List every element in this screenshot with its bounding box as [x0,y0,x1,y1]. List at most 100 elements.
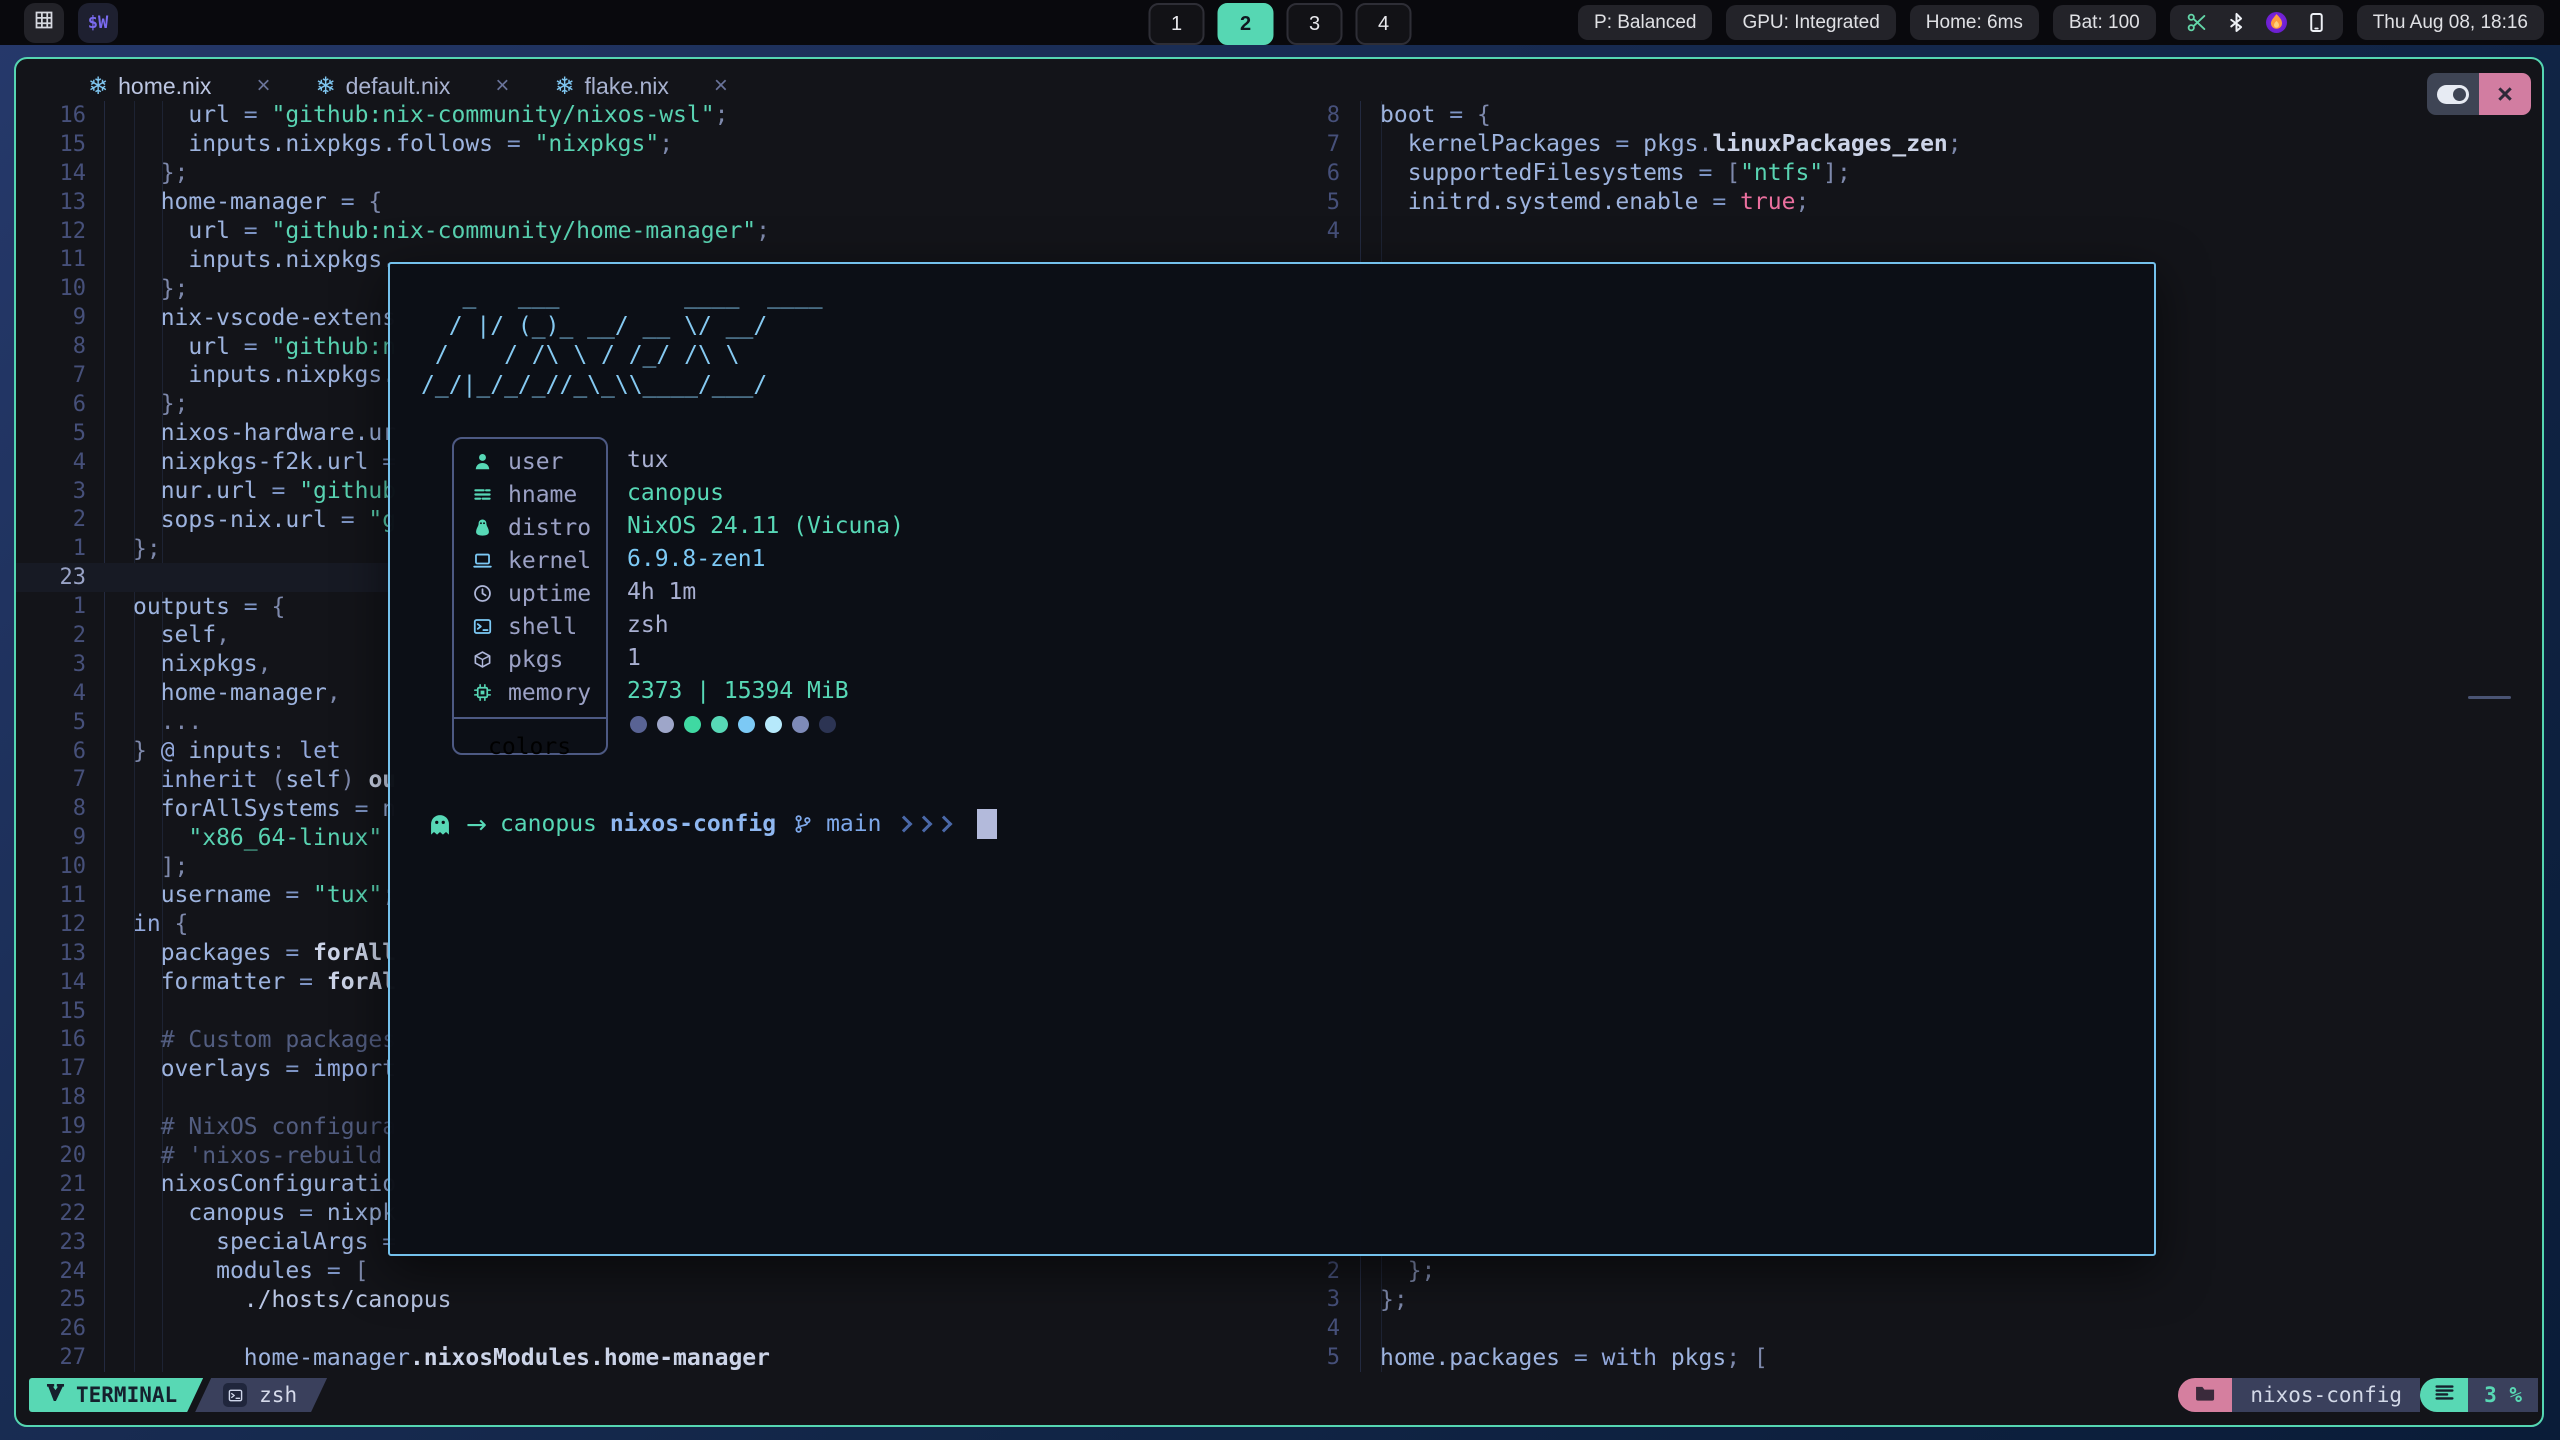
color-swatch [738,716,755,733]
fetch-row-shell: shell [454,610,606,643]
line-number: 4 [16,450,116,475]
bluetooth-tray-icon[interactable] [2226,12,2247,33]
color-swatch [657,716,674,733]
tab-close-icon[interactable]: × [495,72,509,100]
nix-snowflake-icon: ❄ [315,72,335,100]
prompt-arrow: → [466,810,487,839]
scissors-tray-icon[interactable] [2186,12,2207,33]
package-icon [472,650,492,670]
line-number: 10 [16,276,116,301]
line-number: 1 [16,536,116,561]
code-text: home.packages = with pkgs; [ [1380,1345,1768,1371]
line-number: 3 [16,479,116,504]
terminal-window[interactable]: _ ___ ____ ____ / |/ (_)_ __/ __ \/ __/ … [388,262,2156,1256]
line-number: 2 [1296,1259,1340,1284]
line-number: 23 [16,565,116,590]
window-class-badge[interactable]: $W [78,3,118,43]
fetch-label: hname [508,482,577,508]
app-launcher-button[interactable] [24,3,64,43]
scrollbar-marker[interactable] [2468,696,2511,699]
line-number: 21 [16,1172,116,1197]
code-text: kernelPackages = pkgs.linuxPackages_zen; [1380,131,1962,157]
launcher-group: $W [24,2,118,43]
flame-tray-icon[interactable] [2266,12,2287,33]
code-line: 4 [1296,217,2536,246]
line-number: 4 [1296,1316,1340,1341]
line-number: 8 [16,796,116,821]
line-number: 5 [16,710,116,735]
line-number: 12 [16,219,116,244]
code-text: home-manager = { [133,189,382,215]
code-text: specialArgs = [133,1229,396,1255]
tab-close-icon[interactable]: × [256,72,270,100]
workspace-button-2[interactable]: 2 [1218,3,1274,45]
color-swatch [819,716,836,733]
line-number: 15 [16,132,116,157]
workspace-button-1[interactable]: 1 [1149,3,1205,45]
code-line: 8boot = { [1296,101,2536,130]
fetch-value-shell: zsh [627,608,904,641]
status-module: Home: 6ms [1910,5,2039,40]
tab-close-icon[interactable]: × [714,72,728,100]
code-text: url = "github:nix-community/nixos-wsl"; [133,102,728,128]
mode-label: TERMINAL [76,1383,177,1407]
code-text: nixos-hardware.ur [133,420,396,446]
line-number: 13 [16,941,116,966]
line-number: 9 [16,825,116,850]
line-number: 6 [1296,161,1340,186]
code-text: ]; [133,854,188,880]
fetch-values: tuxcanopusNixOS 24.11 (Vicuna)6.9.8-zen1… [627,443,904,707]
line-number: 7 [16,767,116,792]
code-line: 6 supportedFilesystems = ["ntfs"]; [1296,159,2536,188]
fetch-value-kernel: 6.9.8-zen1 [627,542,904,575]
code-line: 12 url = "github:nix-community/home-mana… [16,217,1296,246]
workspace-button-3[interactable]: 3 [1287,3,1343,45]
code-line: 15 inputs.nixpkgs.follows = "nixpkgs"; [16,130,1296,159]
color-swatch [792,716,809,733]
line-number: 14 [16,161,116,186]
code-text: inherit (self) ou [133,767,396,793]
workspace-button-4[interactable]: 4 [1356,3,1412,45]
phone-tray-icon[interactable] [2306,12,2327,33]
line-number: 24 [16,1259,116,1284]
code-line: 24 modules = [ [16,1257,1296,1286]
fetch-label: colors [488,734,571,760]
code-text: username = "tux"; [133,882,396,908]
tab-label: home.nix [118,73,211,100]
code-text: modules = [ [133,1258,368,1284]
code-line: 3}; [1296,1286,2536,1315]
line-number: 18 [16,1085,116,1110]
line-number: 6 [16,739,116,764]
folder-icon [2194,1382,2216,1409]
line-number: 14 [16,970,116,995]
code-text: boot = { [1380,102,1491,128]
fetch-label-box: userhnamedistrokerneluptimeshellpkgsmemo… [452,437,608,755]
shell-tab[interactable]: zsh [195,1378,327,1412]
line-number: 1 [16,594,116,619]
code-line: 5 initrd.systemd.enable = true; [1296,188,2536,217]
line-number: 3 [1296,1287,1340,1312]
tab-flake.nix[interactable]: ❄flake.nix× [554,72,773,100]
fetch-row-user: user [454,445,606,478]
code-text: # 'nixos-rebuild [133,1143,382,1169]
code-text: } @ inputs: let [133,738,341,764]
color-swatch [684,716,701,733]
scroll-lines-segment [2420,1378,2468,1412]
color-swatch [765,716,782,733]
prompt-host: canopus [500,811,597,837]
line-number: 22 [16,1201,116,1226]
line-number: 2 [16,623,116,648]
fetch-label: kernel [508,548,591,574]
tab-default.nix[interactable]: ❄default.nix× [315,72,554,100]
prompt-directory: nixos-config [610,811,776,837]
code-line: 16 url = "github:nix-community/nixos-wsl… [16,101,1296,130]
code-line: 7 kernelPackages = pkgs.linuxPackages_ze… [1296,130,2536,159]
line-number: 8 [16,334,116,359]
code-text: nur.url = "github [133,478,396,504]
tab-home.nix[interactable]: ❄home.nix× [88,72,315,100]
fetch-row-memory: memory [454,676,606,709]
code-text: sops-nix.url = "g [133,507,396,533]
code-text: }; [1380,1258,1435,1284]
code-line: 27 home-manager.nixosModules.home-manage… [16,1343,1296,1372]
git-branch-name: main [826,811,881,837]
